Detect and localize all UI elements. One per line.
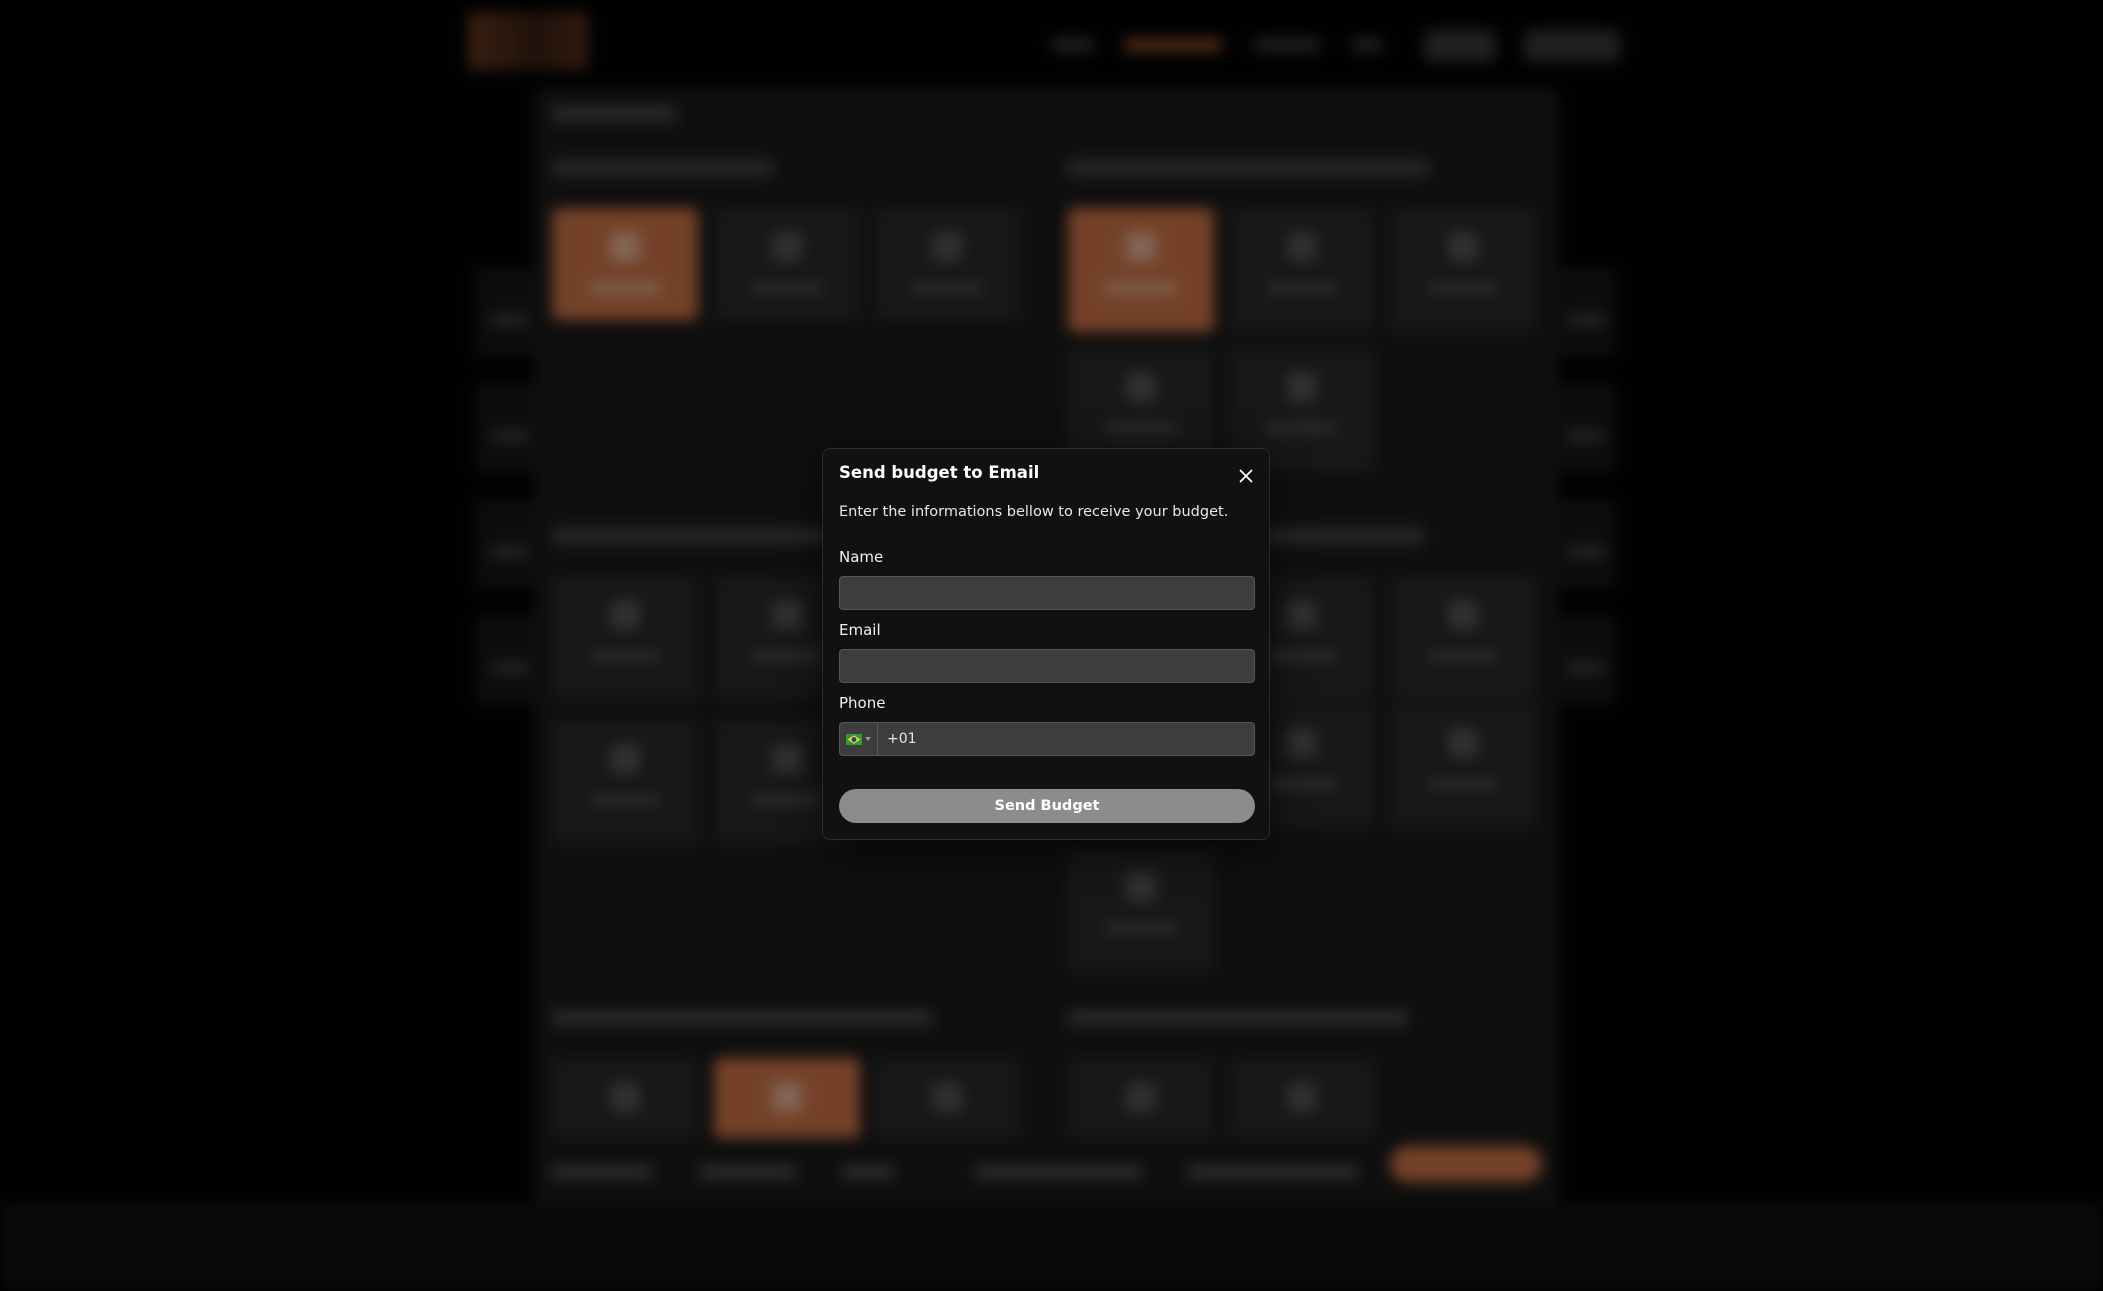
send-budget-modal: Send budget to Email Enter the informati… — [822, 448, 1270, 840]
phone-input[interactable] — [878, 723, 1254, 755]
phone-field — [839, 722, 1255, 756]
email-label: Email — [839, 621, 881, 639]
brazil-flag-icon — [846, 733, 862, 745]
phone-label: Phone — [839, 694, 886, 712]
name-input[interactable] — [839, 576, 1255, 610]
country-code-select[interactable] — [840, 723, 878, 755]
name-label: Name — [839, 548, 884, 566]
modal-title: Send budget to Email — [839, 463, 1040, 482]
modal-description: Enter the informations bellow to receive… — [839, 504, 1229, 520]
chevron-down-icon — [865, 737, 871, 741]
close-button[interactable] — [1235, 465, 1257, 487]
send-budget-button[interactable]: Send Budget — [839, 789, 1255, 823]
close-icon — [1239, 469, 1253, 483]
email-input[interactable] — [839, 649, 1255, 683]
